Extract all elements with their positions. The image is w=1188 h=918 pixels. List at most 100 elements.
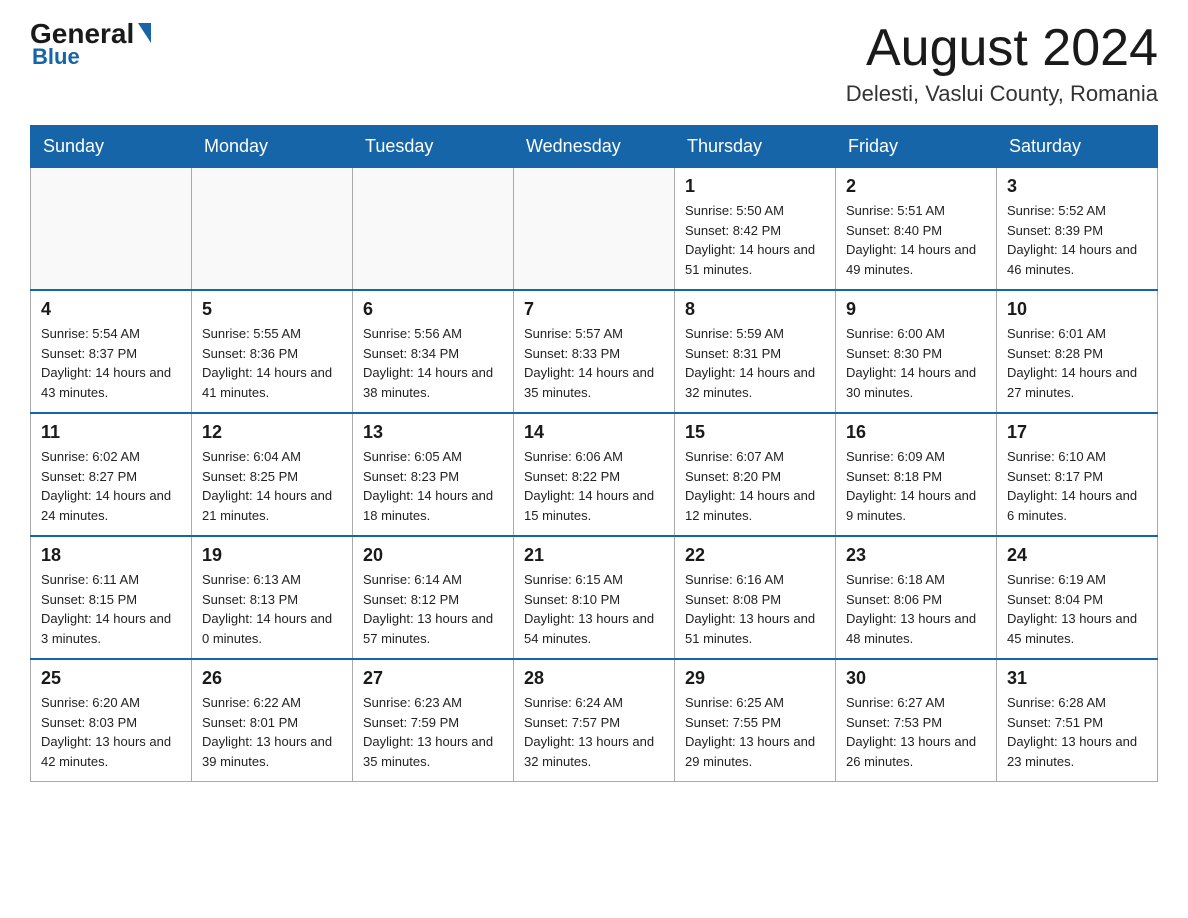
col-header-thursday: Thursday [675,126,836,168]
col-header-friday: Friday [836,126,997,168]
day-cell: 30 Sunrise: 6:27 AM Sunset: 7:53 PM Dayli… [836,659,997,782]
day-info: Sunrise: 6:18 AM Sunset: 8:06 PM Dayligh… [846,570,986,648]
month-title: August 2024 [846,20,1158,77]
day-number: 2 [846,176,986,197]
day-cell: 11 Sunrise: 6:02 AM Sunset: 8:27 PM Dayli… [31,413,192,536]
day-number: 7 [524,299,664,320]
day-info: Sunrise: 6:09 AM Sunset: 8:18 PM Dayligh… [846,447,986,525]
day-info: Sunrise: 5:56 AM Sunset: 8:34 PM Dayligh… [363,324,503,402]
day-info: Sunrise: 5:59 AM Sunset: 8:31 PM Dayligh… [685,324,825,402]
day-cell: 19Sunrise: 6:13 AM Sunset: 8:13 PM Dayli… [192,536,353,659]
day-cell: 23Sunrise: 6:18 AM Sunset: 8:06 PM Dayli… [836,536,997,659]
day-number: 22 [685,545,825,566]
day-info: Sunrise: 6:01 AM Sunset: 8:28 PM Dayligh… [1007,324,1147,402]
week-row-5: 25Sunrise: 6:20 AM Sunset: 8:03 PM Dayli… [31,659,1158,782]
day-cell: 2 Sunrise: 5:51 AM Sunset: 8:40 PM Daylig… [836,168,997,291]
day-info: Sunrise: 5:52 AM Sunset: 8:39 PM Dayligh… [1007,201,1147,279]
col-header-tuesday: Tuesday [353,126,514,168]
day-cell: 25Sunrise: 6:20 AM Sunset: 8:03 PM Dayli… [31,659,192,782]
day-cell: 22 Sunrise: 6:16 AM Sunset: 8:08 PM Dayli… [675,536,836,659]
day-cell: 15 Sunrise: 6:07 AM Sunset: 8:20 PM Dayli… [675,413,836,536]
day-number: 6 [363,299,503,320]
day-number: 4 [41,299,181,320]
week-row-1: 1 Sunrise: 5:50 AM Sunset: 8:42 PM Daylig… [31,168,1158,291]
day-info: Sunrise: 6:05 AM Sunset: 8:23 PM Dayligh… [363,447,503,525]
day-cell: 14 Sunrise: 6:06 AM Sunset: 8:22 PM Dayli… [514,413,675,536]
day-number: 11 [41,422,181,443]
day-info: Sunrise: 6:24 AM Sunset: 7:57 PM Dayligh… [524,693,664,771]
day-number: 3 [1007,176,1147,197]
day-info: Sunrise: 6:22 AM Sunset: 8:01 PM Dayligh… [202,693,342,771]
day-cell: 6 Sunrise: 5:56 AM Sunset: 8:34 PM Daylig… [353,290,514,413]
day-number: 21 [524,545,664,566]
day-cell: 12 Sunrise: 6:04 AM Sunset: 8:25 PM Dayli… [192,413,353,536]
day-info: Sunrise: 6:16 AM Sunset: 8:08 PM Dayligh… [685,570,825,648]
day-info: Sunrise: 6:25 AM Sunset: 7:55 PM Dayligh… [685,693,825,771]
day-number: 25 [41,668,181,689]
week-row-2: 4 Sunrise: 5:54 AM Sunset: 8:37 PM Daylig… [31,290,1158,413]
logo: General Blue [30,20,151,70]
day-number: 27 [363,668,503,689]
day-number: 9 [846,299,986,320]
day-number: 20 [363,545,503,566]
day-number: 26 [202,668,342,689]
calendar-header-row: SundayMondayTuesdayWednesdayThursdayFrid… [31,126,1158,168]
day-cell: 10Sunrise: 6:01 AM Sunset: 8:28 PM Dayli… [997,290,1158,413]
day-info: Sunrise: 6:02 AM Sunset: 8:27 PM Dayligh… [41,447,181,525]
day-cell: 21 Sunrise: 6:15 AM Sunset: 8:10 PM Dayli… [514,536,675,659]
day-info: Sunrise: 6:04 AM Sunset: 8:25 PM Dayligh… [202,447,342,525]
day-info: Sunrise: 6:14 AM Sunset: 8:12 PM Dayligh… [363,570,503,648]
day-cell: 9Sunrise: 6:00 AM Sunset: 8:30 PM Daylig… [836,290,997,413]
day-cell: 13 Sunrise: 6:05 AM Sunset: 8:23 PM Dayli… [353,413,514,536]
logo-blue-text: Blue [32,44,80,70]
day-cell: 17Sunrise: 6:10 AM Sunset: 8:17 PM Dayli… [997,413,1158,536]
day-number: 28 [524,668,664,689]
day-cell [514,168,675,291]
day-info: Sunrise: 6:06 AM Sunset: 8:22 PM Dayligh… [524,447,664,525]
day-cell: 31Sunrise: 6:28 AM Sunset: 7:51 PM Dayli… [997,659,1158,782]
day-cell: 7 Sunrise: 5:57 AM Sunset: 8:33 PM Daylig… [514,290,675,413]
day-cell: 8 Sunrise: 5:59 AM Sunset: 8:31 PM Daylig… [675,290,836,413]
day-info: Sunrise: 6:11 AM Sunset: 8:15 PM Dayligh… [41,570,181,648]
week-row-4: 18 Sunrise: 6:11 AM Sunset: 8:15 PM Dayli… [31,536,1158,659]
title-area: August 2024 Delesti, Vaslui County, Roma… [846,20,1158,107]
day-number: 18 [41,545,181,566]
day-cell: 29 Sunrise: 6:25 AM Sunset: 7:55 PM Dayli… [675,659,836,782]
day-cell: 20 Sunrise: 6:14 AM Sunset: 8:12 PM Dayli… [353,536,514,659]
day-cell: 1 Sunrise: 5:50 AM Sunset: 8:42 PM Daylig… [675,168,836,291]
day-info: Sunrise: 6:07 AM Sunset: 8:20 PM Dayligh… [685,447,825,525]
day-cell [192,168,353,291]
day-number: 8 [685,299,825,320]
day-cell: 18 Sunrise: 6:11 AM Sunset: 8:15 PM Dayli… [31,536,192,659]
day-info: Sunrise: 6:13 AM Sunset: 8:13 PM Dayligh… [202,570,342,648]
day-cell [353,168,514,291]
day-info: Sunrise: 5:54 AM Sunset: 8:37 PM Dayligh… [41,324,181,402]
day-info: Sunrise: 5:50 AM Sunset: 8:42 PM Dayligh… [685,201,825,279]
col-header-wednesday: Wednesday [514,126,675,168]
day-number: 24 [1007,545,1147,566]
day-number: 29 [685,668,825,689]
location-subtitle: Delesti, Vaslui County, Romania [846,81,1158,107]
day-info: Sunrise: 6:10 AM Sunset: 8:17 PM Dayligh… [1007,447,1147,525]
day-info: Sunrise: 6:23 AM Sunset: 7:59 PM Dayligh… [363,693,503,771]
day-number: 14 [524,422,664,443]
day-cell: 4 Sunrise: 5:54 AM Sunset: 8:37 PM Daylig… [31,290,192,413]
day-number: 1 [685,176,825,197]
logo-arrow-icon [138,23,151,43]
day-number: 12 [202,422,342,443]
header: General Blue August 2024 Delesti, Vaslui… [30,20,1158,107]
day-cell: 28 Sunrise: 6:24 AM Sunset: 7:57 PM Dayli… [514,659,675,782]
col-header-sunday: Sunday [31,126,192,168]
day-cell: 24Sunrise: 6:19 AM Sunset: 8:04 PM Dayli… [997,536,1158,659]
day-info: Sunrise: 5:51 AM Sunset: 8:40 PM Dayligh… [846,201,986,279]
day-info: Sunrise: 5:57 AM Sunset: 8:33 PM Dayligh… [524,324,664,402]
day-info: Sunrise: 6:15 AM Sunset: 8:10 PM Dayligh… [524,570,664,648]
day-info: Sunrise: 6:27 AM Sunset: 7:53 PM Dayligh… [846,693,986,771]
day-cell [31,168,192,291]
day-number: 15 [685,422,825,443]
day-info: Sunrise: 5:55 AM Sunset: 8:36 PM Dayligh… [202,324,342,402]
day-number: 5 [202,299,342,320]
day-number: 13 [363,422,503,443]
day-number: 30 [846,668,986,689]
day-cell: 3 Sunrise: 5:52 AM Sunset: 8:39 PM Daylig… [997,168,1158,291]
